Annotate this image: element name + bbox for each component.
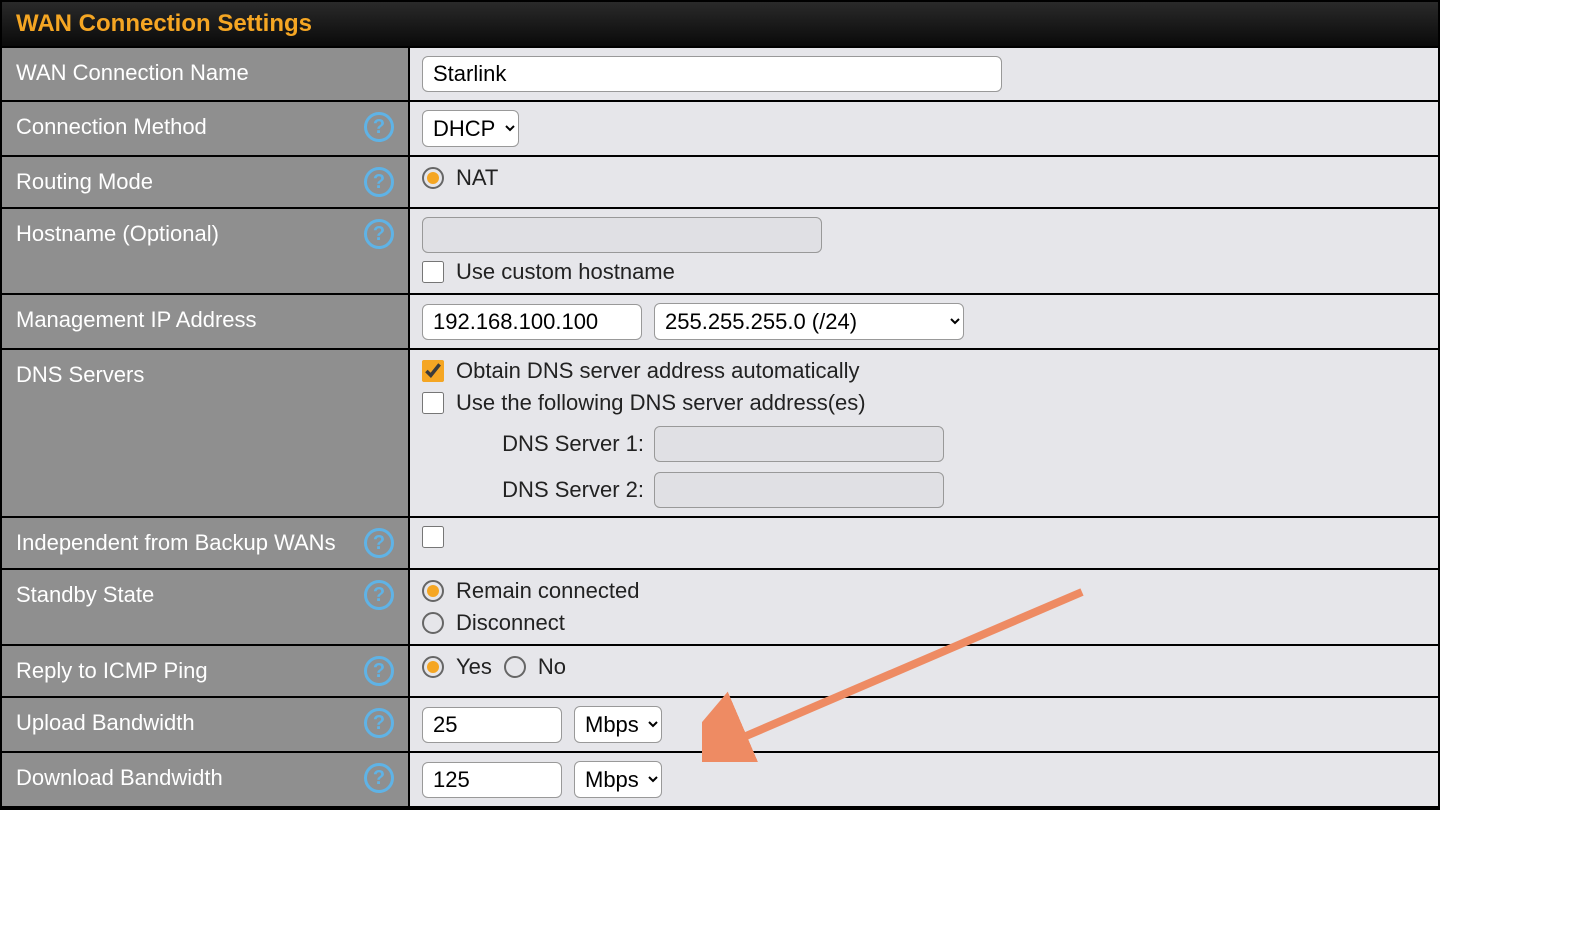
dns-server1-input bbox=[654, 426, 944, 462]
management-ip-input[interactable] bbox=[422, 304, 642, 340]
dns-auto-checkbox[interactable] bbox=[422, 360, 444, 382]
row-hostname: Hostname (Optional) ? Use custom hostnam… bbox=[2, 209, 1438, 295]
download-bandwidth-unit-select[interactable]: Mbps bbox=[574, 761, 662, 798]
upload-bandwidth-input[interactable] bbox=[422, 707, 562, 743]
standby-disconnect-radio[interactable] bbox=[422, 612, 444, 634]
icmp-yes-label: Yes bbox=[456, 654, 492, 680]
upload-bandwidth-unit-select[interactable]: Mbps bbox=[574, 706, 662, 743]
icmp-no-label: No bbox=[538, 654, 566, 680]
routing-nat-radio[interactable] bbox=[422, 167, 444, 189]
use-custom-hostname-label: Use custom hostname bbox=[456, 259, 675, 285]
wan-settings-panel: WAN Connection Settings WAN Connection N… bbox=[0, 0, 1440, 810]
label-standby: Standby State ? bbox=[2, 570, 410, 644]
help-icon[interactable]: ? bbox=[364, 580, 394, 610]
help-icon[interactable]: ? bbox=[364, 219, 394, 249]
row-download-bandwidth: Download Bandwidth ? Mbps bbox=[2, 753, 1438, 808]
connection-method-select[interactable]: DHCP bbox=[422, 110, 519, 147]
standby-remain-radio[interactable] bbox=[422, 580, 444, 602]
dns-server1-label: DNS Server 1: bbox=[474, 431, 644, 457]
standby-remain-label: Remain connected bbox=[456, 578, 639, 604]
hostname-input bbox=[422, 217, 822, 253]
management-mask-select[interactable]: 255.255.255.0 (/24) bbox=[654, 303, 964, 340]
routing-nat-label: NAT bbox=[456, 165, 498, 191]
help-icon[interactable]: ? bbox=[364, 528, 394, 558]
dns-auto-label: Obtain DNS server address automatically bbox=[456, 358, 860, 384]
help-icon[interactable]: ? bbox=[364, 708, 394, 738]
dns-server2-label: DNS Server 2: bbox=[474, 477, 644, 503]
icmp-no-radio[interactable] bbox=[504, 656, 526, 678]
help-icon[interactable]: ? bbox=[364, 167, 394, 197]
label-icmp: Reply to ICMP Ping ? bbox=[2, 646, 410, 696]
row-icmp: Reply to ICMP Ping ? Yes No bbox=[2, 646, 1438, 698]
label-independent: Independent from Backup WANs ? bbox=[2, 518, 410, 568]
row-upload-bandwidth: Upload Bandwidth ? Mbps bbox=[2, 698, 1438, 753]
row-routing-mode: Routing Mode ? NAT bbox=[2, 157, 1438, 209]
row-dns: DNS Servers Obtain DNS server address au… bbox=[2, 350, 1438, 518]
use-custom-hostname-checkbox[interactable] bbox=[422, 261, 444, 283]
label-upload-bandwidth: Upload Bandwidth ? bbox=[2, 698, 410, 751]
label-management-ip: Management IP Address bbox=[2, 295, 410, 348]
help-icon[interactable]: ? bbox=[364, 656, 394, 686]
icmp-yes-radio[interactable] bbox=[422, 656, 444, 678]
row-management-ip: Management IP Address 255.255.255.0 (/24… bbox=[2, 295, 1438, 350]
dns-server2-input bbox=[654, 472, 944, 508]
row-connection-name: WAN Connection Name bbox=[2, 48, 1438, 102]
label-routing-mode: Routing Mode ? bbox=[2, 157, 410, 207]
help-icon[interactable]: ? bbox=[364, 763, 394, 793]
dns-manual-label: Use the following DNS server address(es) bbox=[456, 390, 866, 416]
help-icon[interactable]: ? bbox=[364, 112, 394, 142]
row-connection-method: Connection Method ? DHCP bbox=[2, 102, 1438, 157]
row-standby: Standby State ? Remain connected Disconn… bbox=[2, 570, 1438, 646]
label-hostname: Hostname (Optional) ? bbox=[2, 209, 410, 293]
label-connection-method: Connection Method ? bbox=[2, 102, 410, 155]
label-download-bandwidth: Download Bandwidth ? bbox=[2, 753, 410, 806]
download-bandwidth-input[interactable] bbox=[422, 762, 562, 798]
connection-name-input[interactable] bbox=[422, 56, 1002, 92]
panel-header: WAN Connection Settings bbox=[2, 2, 1438, 48]
standby-disconnect-label: Disconnect bbox=[456, 610, 565, 636]
label-dns: DNS Servers bbox=[2, 350, 410, 516]
row-independent: Independent from Backup WANs ? bbox=[2, 518, 1438, 570]
dns-manual-checkbox[interactable] bbox=[422, 392, 444, 414]
label-connection-name: WAN Connection Name bbox=[2, 48, 410, 100]
independent-checkbox[interactable] bbox=[422, 526, 444, 548]
